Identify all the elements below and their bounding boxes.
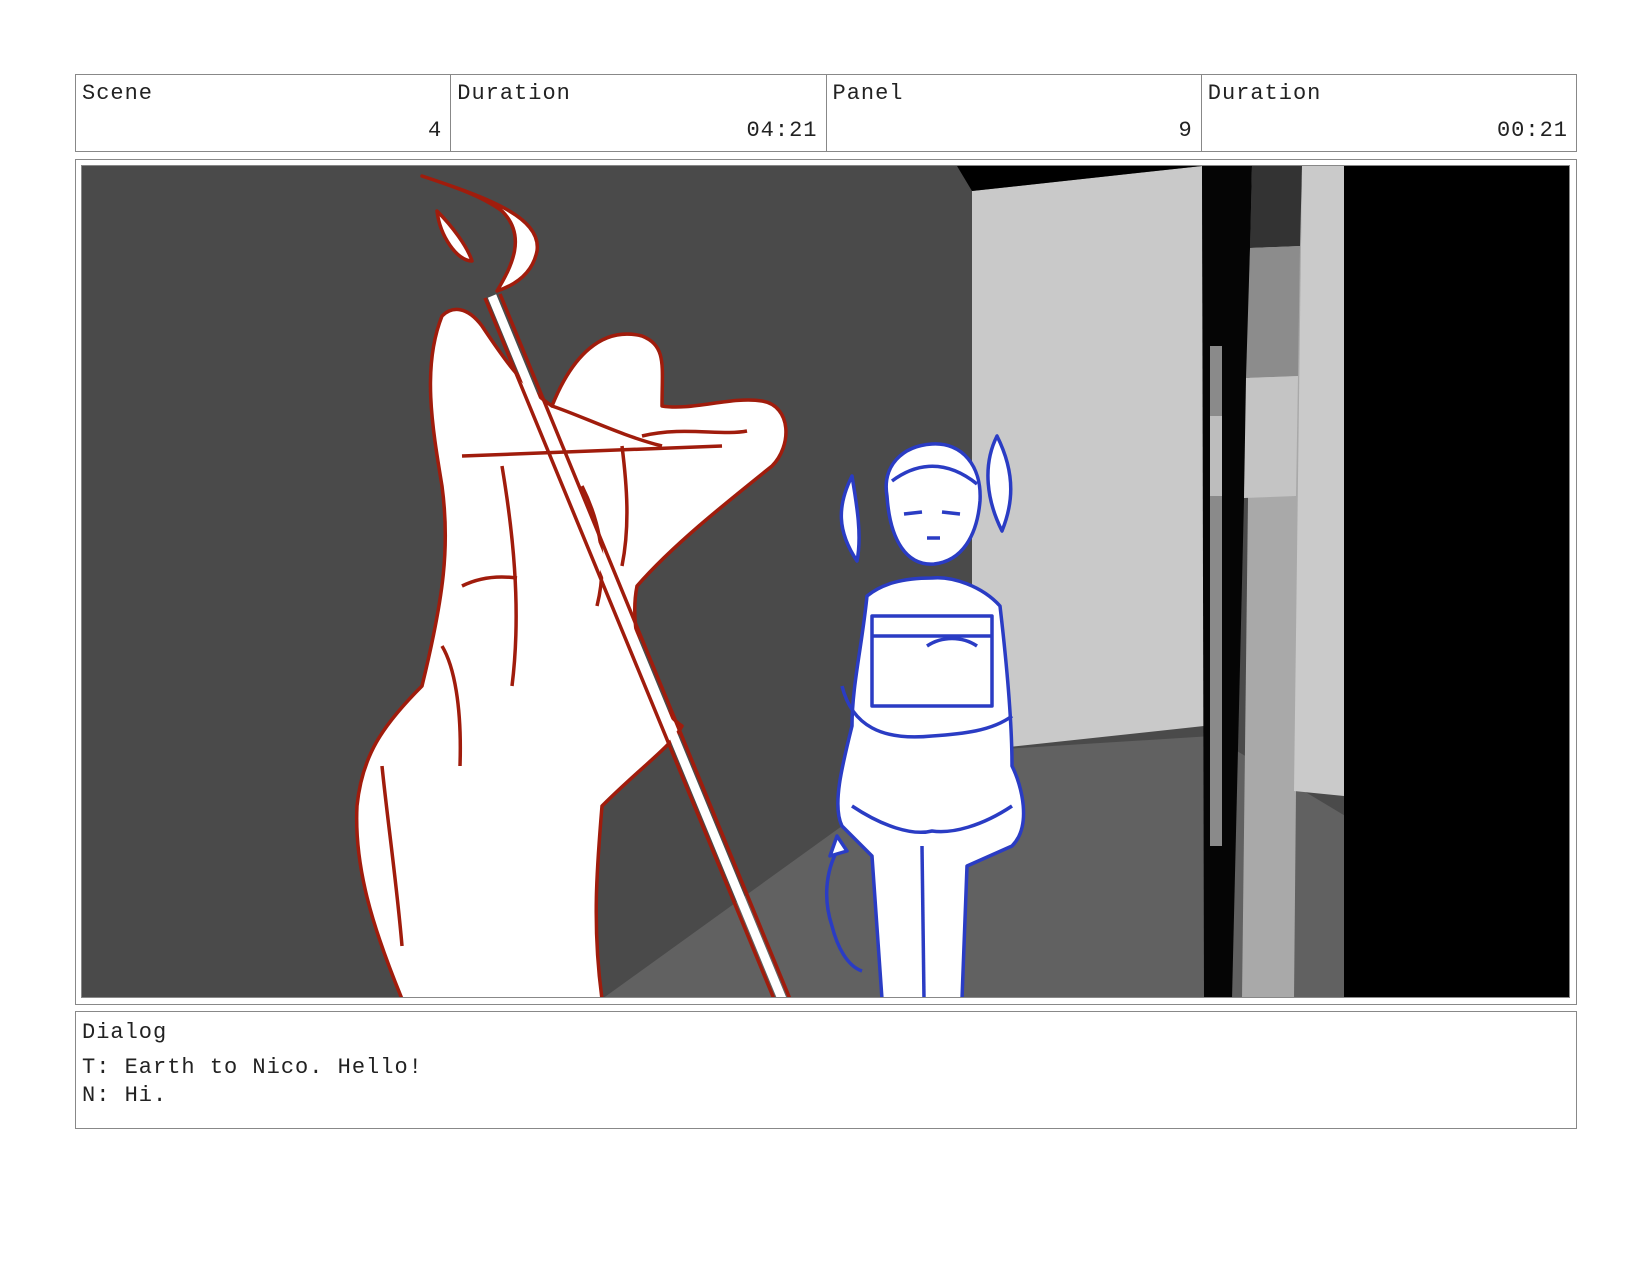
storyboard-panel-frame	[75, 159, 1577, 1005]
pillar-light	[1244, 376, 1298, 498]
panel-duration-label: Duration	[1207, 81, 1322, 106]
pillar-top	[1250, 166, 1302, 248]
scene-cell: Scene 4	[76, 75, 452, 151]
right-panel	[1294, 166, 1344, 796]
scene-number: 4	[428, 118, 443, 143]
panel-duration-cell: Duration 00:21	[1202, 75, 1576, 151]
scene-duration-cell: Duration 04:21	[451, 75, 827, 151]
dialog-line: T: Earth to Nico. Hello!	[82, 1055, 423, 1080]
storyboard-drawing	[81, 165, 1570, 998]
panel-header: Scene 4 Duration 04:21 Panel 9 Duration …	[75, 74, 1577, 152]
dialog-line: N: Hi.	[82, 1083, 168, 1108]
panel-duration-value: 00:21	[1496, 118, 1568, 143]
scene-duration-label: Duration	[457, 81, 571, 106]
right-black	[1344, 166, 1569, 997]
dialog-label: Dialog	[82, 1020, 168, 1045]
panel-cell: Panel 9	[827, 75, 1202, 151]
pillar-mid	[1246, 246, 1300, 378]
dialog-lines: T: Earth to Nico. Hello! N: Hi.	[82, 1054, 423, 1110]
scene-duration-value: 04:21	[746, 118, 818, 143]
panel-number: 9	[1178, 118, 1193, 143]
scene-label: Scene	[82, 81, 154, 106]
panel-label: Panel	[832, 81, 904, 106]
dialog-box: Dialog T: Earth to Nico. Hello! N: Hi.	[75, 1011, 1577, 1129]
scene-illustration	[82, 166, 1569, 997]
door-strip-light	[1210, 416, 1222, 496]
